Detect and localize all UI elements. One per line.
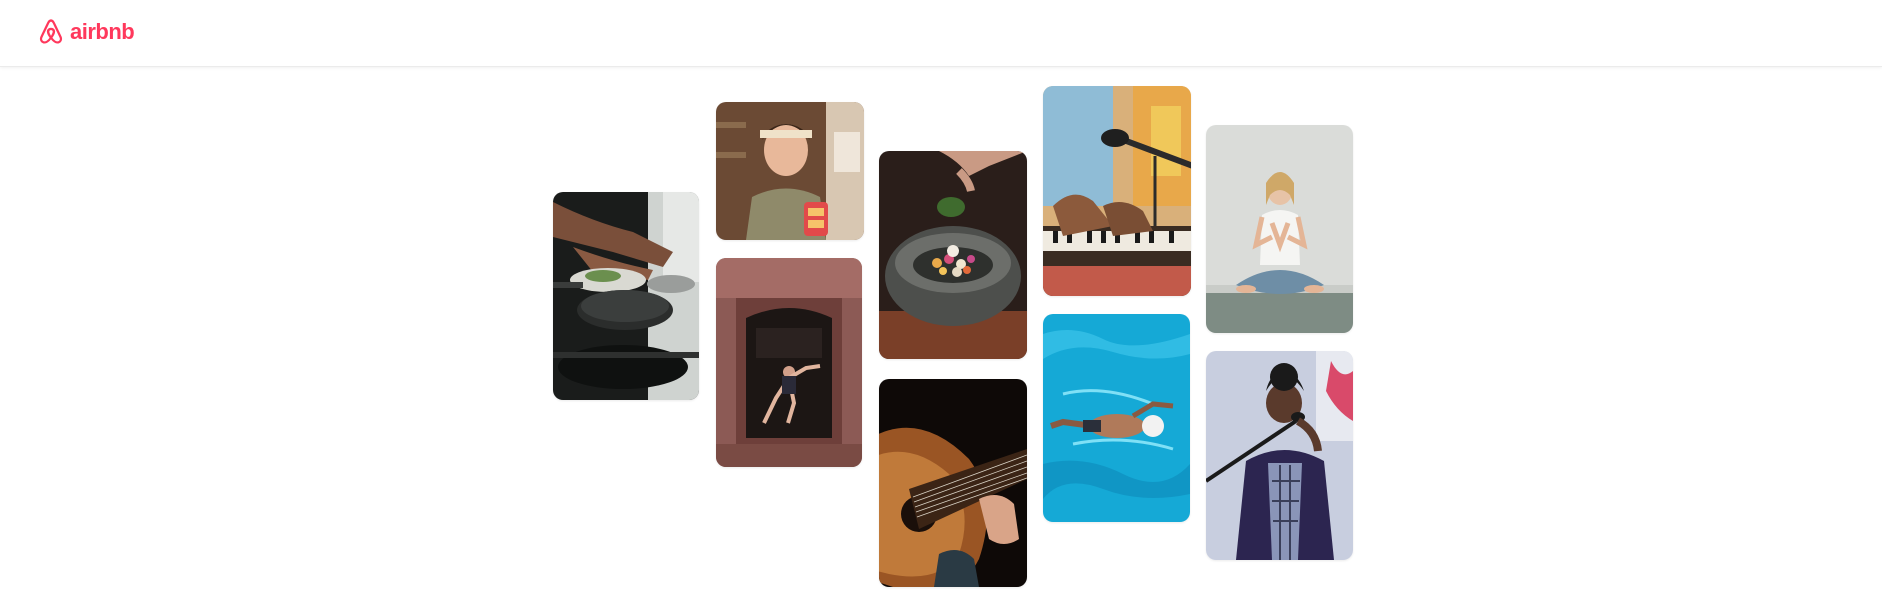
acoustic-guitar-photo xyxy=(879,379,1027,587)
woman-meditating-photo xyxy=(1206,125,1353,333)
airbnb-belo-icon xyxy=(39,19,63,44)
top-header: airbnb xyxy=(0,0,1882,67)
singer-with-microphone-photo xyxy=(1206,351,1353,560)
airbnb-logo-link[interactable]: airbnb xyxy=(36,15,135,49)
logo-wordmark: airbnb xyxy=(70,19,135,44)
cooking-pans-photo xyxy=(553,192,699,400)
swimmer-in-pool-photo xyxy=(1043,314,1190,522)
woman-holding-food-photo xyxy=(716,102,864,240)
dancer-in-doorway-photo xyxy=(716,258,862,467)
bowl-with-garnish-photo xyxy=(879,151,1027,359)
keyboard-and-microphone-photo xyxy=(1043,86,1191,296)
